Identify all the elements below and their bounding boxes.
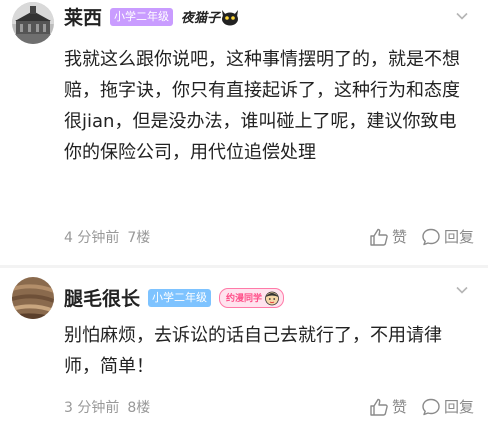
title-tag-label: 约漫同学	[226, 294, 263, 304]
comment-item: 莱西 小学二年级 夜猫子 我就这么跟你说吧，这种事情摆明了的，就是不想赔，拖字诀…	[0, 0, 488, 265]
cat-icon	[222, 9, 239, 25]
avatar-image	[12, 2, 54, 44]
level-badge: 小学二年级	[110, 7, 174, 26]
reply-button[interactable]: 回复	[421, 396, 474, 417]
reply-label: 回复	[443, 398, 474, 416]
reply-bubble-icon	[422, 228, 440, 245]
username[interactable]: 莱西	[64, 3, 102, 30]
like-button[interactable]: 赞	[369, 226, 407, 247]
comment-actions: 赞 回复	[355, 396, 474, 417]
floor-number: 8楼	[127, 399, 151, 416]
comment-footer: 3 分钟前 8楼 赞 回复	[64, 396, 474, 417]
avatar[interactable]	[12, 2, 54, 44]
comment-text: 别怕麻烦，去诉讼的话自己去就行了，不用请律师，简单！	[64, 325, 442, 377]
avatar[interactable]	[12, 277, 54, 319]
avatar-image	[12, 277, 54, 319]
comment-time: 4 分钟前	[64, 229, 120, 246]
comment-header: 腿毛很长 小学二年级 约漫同学	[64, 284, 285, 311]
floor-number: 7楼	[127, 229, 151, 246]
reply-label: 回复	[443, 228, 474, 246]
comment-actions: 赞 回复	[355, 226, 474, 247]
title-tag: 约漫同学	[219, 287, 285, 308]
reply-button[interactable]: 回复	[421, 226, 474, 247]
like-button[interactable]: 赞	[369, 396, 407, 417]
comment-item: 腿毛很长 小学二年级 约漫同学 别怕麻烦，去诉讼的话自己去就行了，不用请律师，简…	[0, 268, 488, 437]
comment-text: 我就这么跟你说吧，这种事情摆明了的，就是不想赔，拖字诀，你只有直接起诉了，这种行…	[64, 49, 460, 163]
chevron-down-icon[interactable]	[456, 284, 468, 296]
like-label: 赞	[391, 228, 407, 246]
thumbs-up-icon	[370, 398, 388, 416]
chevron-down-icon[interactable]	[456, 10, 468, 22]
reply-bubble-icon	[422, 398, 440, 415]
like-label: 赞	[391, 398, 407, 416]
character-face-icon	[265, 291, 279, 305]
username[interactable]: 腿毛很长	[64, 284, 140, 311]
comment-footer: 4 分钟前 7楼 赞 回复	[64, 226, 474, 247]
comment-time: 3 分钟前	[64, 399, 120, 416]
level-badge: 小学二年级	[148, 288, 212, 307]
title-tag-label: 夜猫子	[181, 11, 221, 26]
thumbs-up-icon	[370, 228, 388, 246]
comment-header: 莱西 小学二年级 夜猫子	[64, 3, 240, 30]
title-tag: 夜猫子	[181, 7, 240, 26]
